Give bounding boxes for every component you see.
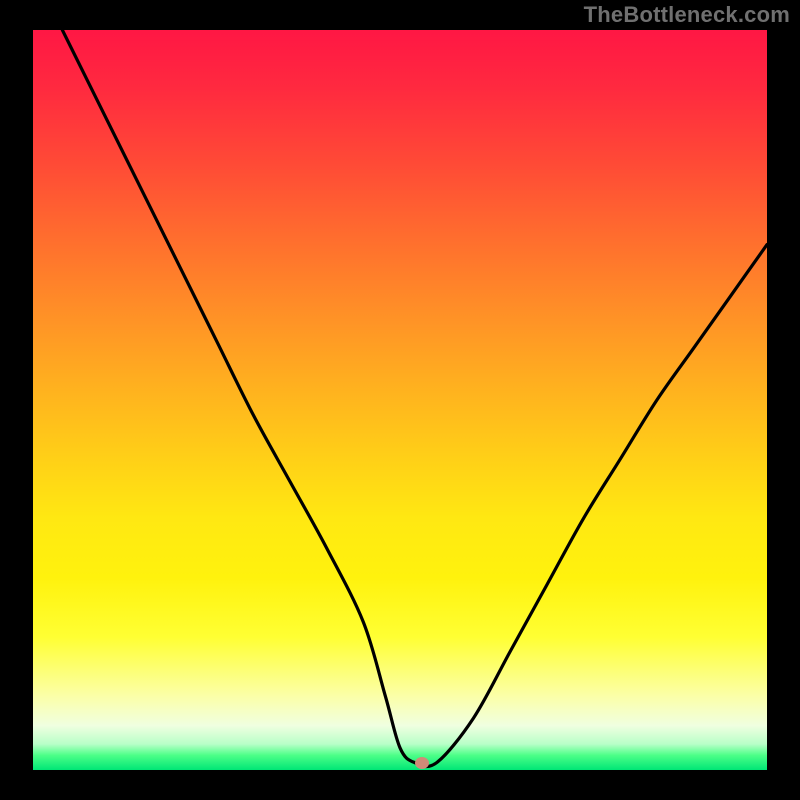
watermark-text: TheBottleneck.com [584,2,790,28]
optimal-point-marker [415,757,429,769]
chart-frame: TheBottleneck.com [0,0,800,800]
plot-area [33,30,767,770]
bottleneck-curve [33,30,767,770]
